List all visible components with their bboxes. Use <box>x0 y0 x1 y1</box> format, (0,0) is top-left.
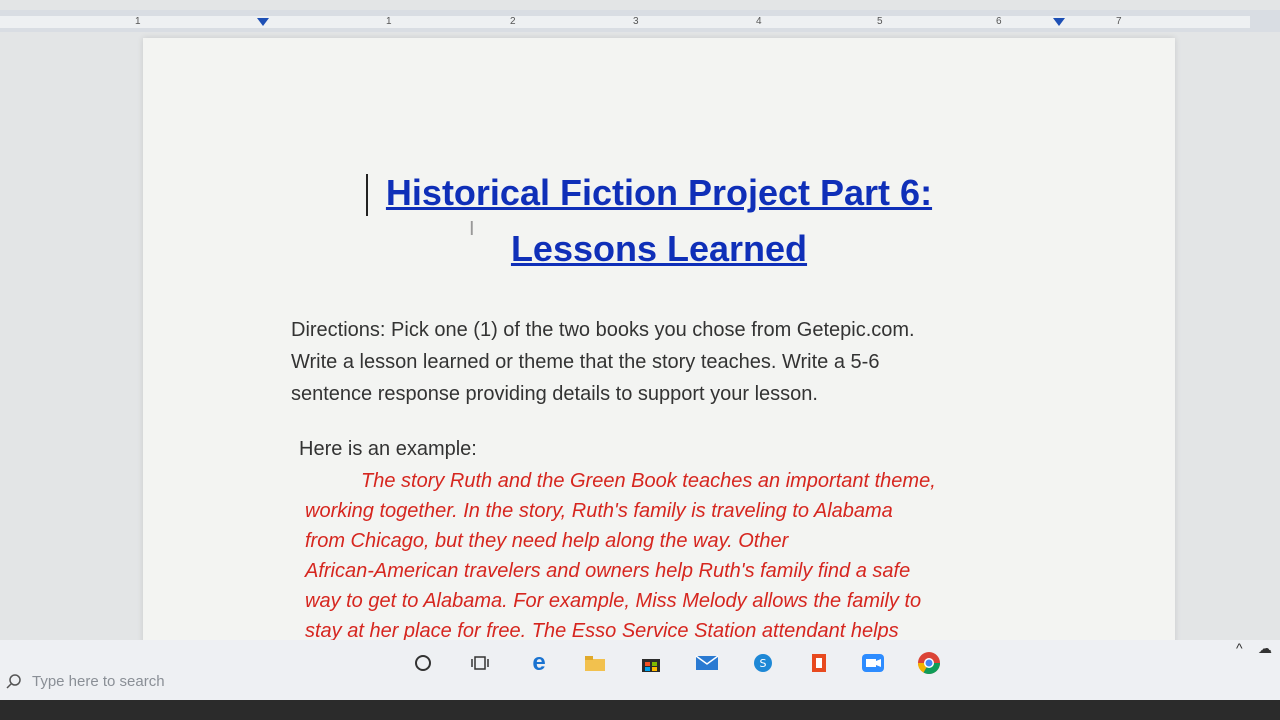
example-line: working together. In the story, Ruth's f… <box>305 500 893 522</box>
directions-line: Directions: Pick one (1) of the two book… <box>291 319 915 341</box>
office-icon[interactable] <box>804 648 834 678</box>
ruler-number: 3 <box>633 16 639 27</box>
ruler-number: 1 <box>135 16 141 27</box>
store-icon[interactable] <box>636 648 666 678</box>
ruler-number: 5 <box>877 16 883 27</box>
svg-text:S: S <box>760 657 767 670</box>
left-indent-marker[interactable] <box>257 18 269 26</box>
ruler-number: 4 <box>756 16 762 27</box>
ruler-number: 7 <box>1116 16 1122 27</box>
file-explorer-icon[interactable] <box>580 648 610 678</box>
ruler: 1 1 2 3 4 5 6 7 <box>0 10 1280 32</box>
cloud-icon[interactable]: ☁ <box>1258 640 1272 657</box>
example-line-text: The story Ruth and the Green Book teache… <box>361 470 936 492</box>
example-paragraph: The story Ruth and the Green Book teache… <box>305 466 1045 646</box>
task-view-icon[interactable] <box>465 648 495 678</box>
example-line: way to get to Alabama. For example, Miss… <box>305 590 922 612</box>
example-intro: Here is an example: <box>299 438 477 460</box>
mail-icon[interactable] <box>692 648 722 678</box>
search-icon <box>6 674 21 689</box>
document-title: Historical Fiction Project Part 6: <box>385 172 933 213</box>
i-beam-cursor-icon: I <box>469 218 475 240</box>
ruler-number: 6 <box>996 16 1002 27</box>
taskbar-search-box[interactable]: Type here to search <box>0 662 256 700</box>
chrome-icon[interactable] <box>914 648 944 678</box>
zoom-icon[interactable] <box>858 648 888 678</box>
chevron-up-icon[interactable]: ^ <box>1236 640 1243 656</box>
example-line: The story Ruth and the Green Book teache… <box>305 466 1045 496</box>
example-line: from Chicago, but they need help along t… <box>305 530 789 552</box>
right-indent-marker[interactable] <box>1053 18 1065 26</box>
ruler-number: 1 <box>386 16 392 27</box>
skype-icon[interactable]: S <box>748 648 778 678</box>
monitor-bezel <box>0 700 1280 720</box>
document-subtitle: Lessons Learned <box>510 228 808 269</box>
edge-icon[interactable]: e <box>524 648 554 678</box>
cortana-icon[interactable] <box>408 648 438 678</box>
search-placeholder: Type here to search <box>32 672 165 690</box>
ruler-number: 2 <box>510 16 516 27</box>
example-line: African-American travelers and owners he… <box>305 560 911 582</box>
taskbar: Type here to search e S ^ ☁ <box>0 640 1280 700</box>
document-page[interactable]: Historical Fiction Project Part 6: Lesso… <box>143 38 1175 678</box>
directions-line: sentence response providing details to s… <box>291 383 818 405</box>
directions-paragraph: Directions: Pick one (1) of the two book… <box>291 314 1011 410</box>
directions-line: Write a lesson learned or theme that the… <box>291 351 880 373</box>
